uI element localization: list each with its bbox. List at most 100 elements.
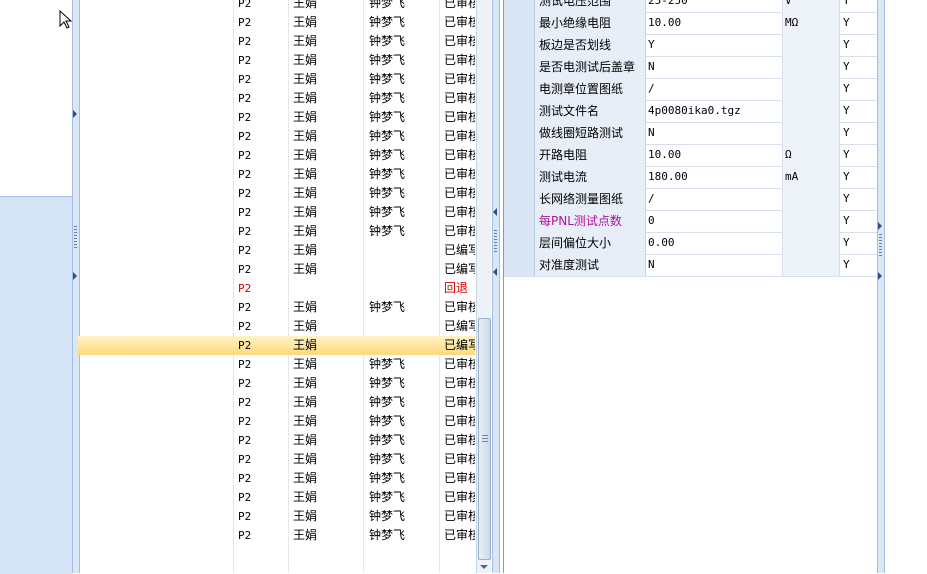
splitter-grip-icon[interactable] — [494, 230, 497, 252]
tree-row[interactable]: 阻焊塞孔P2王娟钟梦飞已审核 — [78, 89, 475, 108]
property-row[interactable]: 开路电阻 10.00 Ω Y — [504, 144, 878, 167]
row-indicator[interactable] — [504, 144, 535, 166]
row-indicator[interactable] — [504, 254, 535, 276]
scroll-down-arrow-icon[interactable] — [480, 565, 488, 569]
row-indicator[interactable] — [504, 100, 535, 122]
row-indicator[interactable] — [504, 122, 535, 144]
tree-row[interactable]: 功能检查P2王娟钟梦飞已审核 — [78, 374, 475, 393]
row-indicator[interactable] — [504, 166, 535, 188]
property-name: 电测章位置图纸 — [535, 78, 646, 100]
property-row[interactable]: 测试电流 180.00 mA Y — [504, 166, 878, 189]
tree-row[interactable]: 入库P2王娟钟梦飞已审核 — [78, 488, 475, 507]
property-value[interactable]: N — [646, 122, 783, 144]
property-value[interactable]: N — [646, 56, 783, 78]
tree-row[interactable]: 显影P2王娟钟梦飞已审核 — [78, 165, 475, 184]
row-indicator[interactable] — [504, 188, 535, 210]
property-row[interactable]: 每PNL测试点数 0 Y — [504, 210, 878, 233]
property-row[interactable]: 做线圈短路测试 N Y — [504, 122, 878, 145]
tree-row[interactable]: 电子测试P2王娟已编写 — [78, 336, 475, 355]
property-row[interactable]: 长网络测量图纸 / Y — [504, 188, 878, 211]
tree-row[interactable]: 烘板整平P2王娟钟梦飞已审核 — [78, 412, 475, 431]
property-value[interactable]: / — [646, 78, 783, 100]
property-value[interactable]: 4p0080ika0.tgz — [646, 100, 783, 122]
property-row[interactable]: 电测章位置图纸 / Y — [504, 78, 878, 101]
tree-row[interactable]: 系统设计P2王娟钟梦飞已审核 — [78, 0, 475, 13]
row-indicator[interactable] — [504, 56, 535, 78]
tree-cell-status: 已审核 — [444, 395, 475, 409]
tree-row[interactable]: −终检P2王娟钟梦飞已审核 — [78, 355, 475, 374]
property-value[interactable]: 10.00 — [646, 12, 783, 34]
property-row[interactable]: 对准度测试 N Y — [504, 254, 878, 277]
splitter-arrow-left-icon[interactable] — [493, 268, 497, 276]
tree-cell-reviewer: 钟梦飞 — [369, 300, 406, 314]
tree-row[interactable]: 字符P2王娟钟梦飞已审核 — [78, 203, 475, 222]
tree-row[interactable]: −包装P2王娟钟梦飞已审核 — [78, 431, 475, 450]
property-row[interactable]: 测试文件名 4p0080ika0.tgz Y — [504, 100, 878, 123]
property-value[interactable]: 180.00 — [646, 166, 783, 188]
tree-row[interactable]: −阻焊P2王娟钟梦飞已审核 — [78, 51, 475, 70]
property-value[interactable]: Y — [646, 34, 783, 56]
tree-cell-priority: P2 — [238, 263, 252, 276]
row-indicator[interactable] — [504, 210, 535, 232]
tree-cell-priority: P2 — [238, 491, 252, 504]
tree-row[interactable]: 外包装P2王娟钟梦飞已审核 — [78, 507, 475, 526]
splitter-arrow-right-icon[interactable] — [73, 272, 77, 280]
tree-row[interactable]: 外观检查P2王娟钟梦飞已审核 — [78, 393, 475, 412]
tree-row[interactable]: 终固化P2王娟钟梦飞已审核 — [78, 222, 475, 241]
tree-cell-status: 回退 — [444, 281, 469, 295]
property-value[interactable]: 0 — [646, 210, 783, 232]
tree-cell-status: 已审核 — [444, 509, 475, 523]
property-row[interactable]: 是否电测试后盖章 N Y — [504, 56, 878, 79]
row-indicator[interactable] — [504, 34, 535, 56]
tree-row[interactable]: 外层AOI1P2王娟钟梦飞已审核 — [78, 32, 475, 51]
right-splitter[interactable] — [877, 0, 885, 573]
tree-row[interactable]: 铣倒角P2回退 — [78, 279, 475, 298]
property-row[interactable]: 板边是否划线 Y Y — [504, 34, 878, 57]
property-row[interactable]: 最小绝缘电阻 10.00 MΩ Y — [504, 12, 878, 35]
middle-splitter[interactable] — [492, 0, 500, 573]
property-value[interactable]: N — [646, 254, 783, 276]
splitter-arrow-right-icon[interactable] — [878, 222, 882, 230]
tree-row[interactable]: −外形P2王娟已编写 — [78, 241, 475, 260]
splitter-arrow-left-icon[interactable] — [493, 208, 497, 216]
property-value[interactable]: 10.00 — [646, 144, 783, 166]
tree-cell-reviewer: 钟梦飞 — [369, 72, 406, 86]
tree-cell-priority: P2 — [238, 54, 252, 67]
tree-cell-author: 王娟 — [293, 262, 318, 276]
tree-vertical-scrollbar[interactable] — [476, 0, 491, 573]
tree-cell-status: 已编写 — [444, 262, 475, 276]
tree-row[interactable]: 预烘P2王娟钟梦飞已审核 — [78, 127, 475, 146]
property-flag: Y — [843, 148, 850, 161]
tree-row[interactable]: 内包装P2王娟钟梦飞已审核 — [78, 450, 475, 469]
splitter-grip-icon[interactable] — [74, 226, 77, 248]
property-name: 最小绝缘电阻 — [535, 12, 646, 34]
tree-row[interactable]: 丝印P2王娟钟梦飞已审核 — [78, 108, 475, 127]
tree-row[interactable]: −AOI1P2王娟钟梦飞已审核 — [78, 13, 475, 32]
splitter-arrow-right-icon[interactable] — [73, 110, 77, 118]
tree-row[interactable]: 铣板P2王娟已编写 — [78, 260, 475, 279]
scrollbar-thumb[interactable] — [478, 318, 491, 560]
row-indicator[interactable] — [504, 0, 535, 12]
row-indicator[interactable] — [504, 78, 535, 100]
splitter-arrow-right-icon[interactable] — [878, 272, 882, 280]
property-unit — [783, 254, 840, 276]
left-panel — [0, 0, 72, 574]
property-value[interactable]: 0.00 — [646, 232, 783, 254]
tree-row[interactable]: 阻焊前处理P2王娟钟梦飞已审核 — [78, 70, 475, 89]
tree-row[interactable]: 曝光P2王娟钟梦飞已审核 — [78, 146, 475, 165]
tree-row[interactable]: −字符P2王娟钟梦飞已审核 — [78, 184, 475, 203]
tree-row[interactable]: 出库P2王娟钟梦飞已审核 — [78, 526, 475, 545]
property-value[interactable]: 25-250 — [646, 0, 783, 12]
property-value[interactable]: / — [646, 188, 783, 210]
tree-row[interactable]: −电子测试P2王娟已编写 — [78, 317, 475, 336]
row-indicator[interactable] — [504, 232, 535, 254]
property-name: 层间偏位大小 — [535, 232, 646, 254]
property-name: 测试电流 — [535, 166, 646, 188]
property-unit — [783, 34, 840, 56]
property-row[interactable]: 层间偏位大小 0.00 Y — [504, 232, 878, 255]
row-indicator[interactable] — [504, 12, 535, 34]
tree-row[interactable]: −成品仓P2王娟钟梦飞已审核 — [78, 469, 475, 488]
splitter-grip-icon[interactable] — [879, 234, 882, 256]
tree-cell-priority: P2 — [238, 73, 252, 86]
tree-row[interactable]: 成品清洗P2王娟钟梦飞已审核 — [78, 298, 475, 317]
